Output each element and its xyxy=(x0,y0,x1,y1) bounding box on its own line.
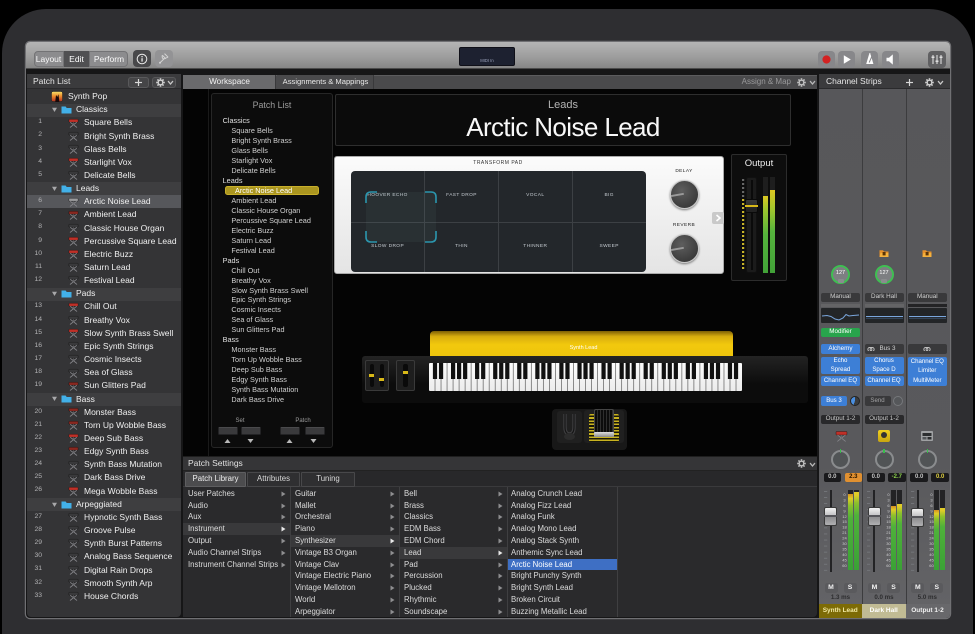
svg-text:40: 40 xyxy=(886,552,891,557)
svg-text:3: 3 xyxy=(843,497,846,502)
svg-text:35: 35 xyxy=(886,547,891,552)
svg-text:9: 9 xyxy=(930,508,933,513)
svg-text:15: 15 xyxy=(886,519,891,524)
svg-text:6: 6 xyxy=(843,503,846,508)
svg-text:24: 24 xyxy=(842,536,847,541)
svg-text:12: 12 xyxy=(929,514,934,519)
svg-text:35: 35 xyxy=(929,547,934,552)
svg-text:9: 9 xyxy=(887,508,890,513)
svg-text:60: 60 xyxy=(929,563,934,568)
svg-text:35: 35 xyxy=(842,547,847,552)
svg-text:30: 30 xyxy=(886,541,891,546)
svg-text:40: 40 xyxy=(842,552,847,557)
svg-text:21: 21 xyxy=(886,530,891,535)
svg-text:18: 18 xyxy=(886,525,891,530)
svg-text:24: 24 xyxy=(886,536,891,541)
svg-text:6: 6 xyxy=(930,503,933,508)
svg-text:40: 40 xyxy=(929,552,934,557)
svg-text:21: 21 xyxy=(929,530,934,535)
svg-text:45: 45 xyxy=(929,557,934,562)
svg-text:3: 3 xyxy=(930,497,933,502)
svg-text:12: 12 xyxy=(886,514,891,519)
svg-text:6: 6 xyxy=(887,503,890,508)
svg-text:18: 18 xyxy=(842,525,847,530)
svg-text:60: 60 xyxy=(886,563,891,568)
svg-text:15: 15 xyxy=(842,519,847,524)
svg-text:12: 12 xyxy=(842,514,847,519)
svg-text:15: 15 xyxy=(929,519,934,524)
svg-text:45: 45 xyxy=(842,557,847,562)
svg-text:9: 9 xyxy=(843,508,846,513)
svg-text:3: 3 xyxy=(887,497,890,502)
svg-text:24: 24 xyxy=(929,536,934,541)
svg-text:30: 30 xyxy=(842,541,847,546)
svg-text:0: 0 xyxy=(930,492,933,497)
svg-text:0: 0 xyxy=(843,492,846,497)
svg-text:0: 0 xyxy=(887,492,890,497)
svg-text:18: 18 xyxy=(929,525,934,530)
svg-text:21: 21 xyxy=(842,530,847,535)
svg-text:60: 60 xyxy=(842,563,847,568)
svg-text:30: 30 xyxy=(929,541,934,546)
svg-text:45: 45 xyxy=(886,557,891,562)
